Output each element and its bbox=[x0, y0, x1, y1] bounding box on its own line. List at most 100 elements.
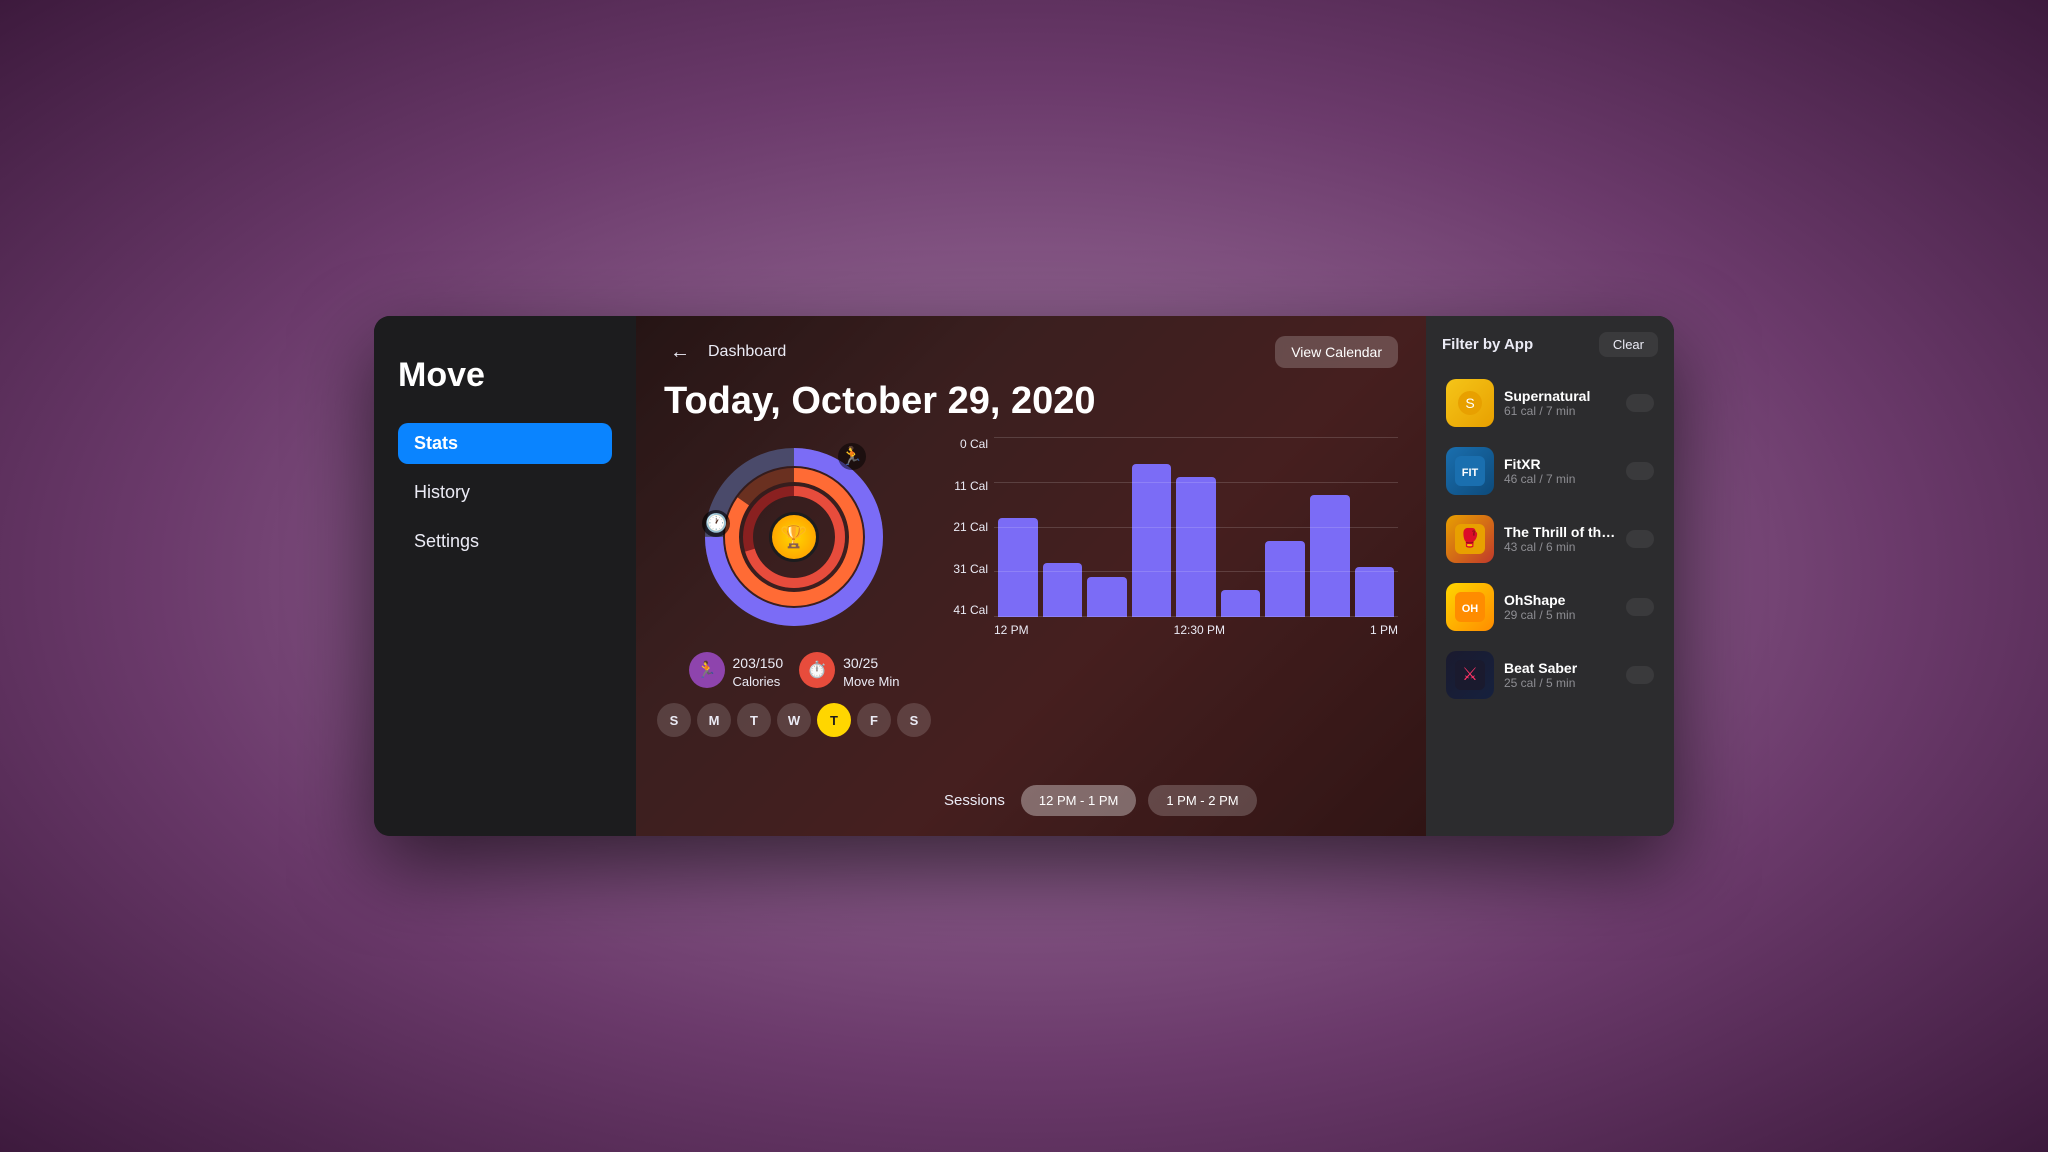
supernatural-name: Supernatural bbox=[1504, 388, 1616, 404]
fitxr-name: FitXR bbox=[1504, 456, 1616, 472]
bar-9 bbox=[1355, 567, 1395, 617]
donut-section: 🏃 🕐 🏆 🏃 bbox=[664, 437, 924, 816]
thrill-stats: 43 cal / 6 min bbox=[1504, 540, 1616, 554]
beatsaber-name: Beat Saber bbox=[1504, 660, 1616, 676]
sidebar-item-history[interactable]: History bbox=[398, 472, 612, 513]
y-label-11: 11 Cal bbox=[944, 479, 994, 493]
bar-6 bbox=[1221, 590, 1261, 617]
view-calendar-button[interactable]: View Calendar bbox=[1275, 336, 1398, 368]
day-btn-w[interactable]: W bbox=[777, 703, 811, 737]
ohshape-info: OhShape 29 cal / 5 min bbox=[1504, 592, 1616, 622]
thrill-toggle[interactable] bbox=[1626, 530, 1654, 548]
app-item-thrill: 🥊 The Thrill of the Fi... 43 cal / 6 min bbox=[1442, 509, 1658, 569]
chart-section: 41 Cal 31 Cal 21 Cal 11 Cal 0 Cal bbox=[944, 437, 1398, 816]
calories-label: Calories bbox=[733, 674, 784, 689]
session-btn-1[interactable]: 12 PM - 1 PM bbox=[1021, 785, 1136, 816]
x-label-1pm: 1 PM bbox=[1370, 623, 1398, 637]
trophy-icon: 🏆 bbox=[769, 512, 819, 562]
y-label-21: 21 Cal bbox=[944, 520, 994, 534]
day-btn-t1[interactable]: T bbox=[737, 703, 771, 737]
sessions-label: Sessions bbox=[944, 792, 1005, 809]
x-axis: 12 PM 12:30 PM 1 PM bbox=[944, 617, 1398, 637]
sidebar-item-settings[interactable]: Settings bbox=[398, 521, 612, 562]
svg-text:🥊: 🥊 bbox=[1459, 527, 1481, 548]
beatsaber-icon: ⚔ bbox=[1446, 651, 1494, 699]
bar-5 bbox=[1176, 477, 1216, 617]
fitxr-info: FitXR 46 cal / 7 min bbox=[1504, 456, 1616, 486]
filter-header: Filter by App Clear bbox=[1442, 332, 1658, 357]
bar-8 bbox=[1310, 495, 1350, 617]
header-row: ← Dashboard View Calendar bbox=[664, 336, 1398, 368]
app-item-beatsaber: ⚔ Beat Saber 25 cal / 5 min bbox=[1442, 645, 1658, 705]
ohshape-stats: 29 cal / 5 min bbox=[1504, 608, 1616, 622]
supernatural-toggle[interactable] bbox=[1626, 394, 1654, 412]
move-min-value: 30/25 bbox=[843, 651, 899, 674]
calories-value: 203/150 bbox=[733, 651, 784, 674]
content-row: 🏃 🕐 🏆 🏃 bbox=[664, 437, 1398, 816]
day-btn-f[interactable]: F bbox=[857, 703, 891, 737]
breadcrumb: Dashboard bbox=[708, 343, 786, 361]
fitxr-toggle[interactable] bbox=[1626, 462, 1654, 480]
sidebar-title: Move bbox=[398, 356, 612, 395]
y-axis: 41 Cal 31 Cal 21 Cal 11 Cal 0 Cal bbox=[944, 437, 994, 617]
svg-text:⚔: ⚔ bbox=[1462, 664, 1478, 684]
bar-3 bbox=[1087, 577, 1127, 617]
header-left: ← Dashboard bbox=[664, 336, 786, 368]
calories-numbers: 203/150 Calories bbox=[733, 651, 784, 689]
runner-icon: 🏃 bbox=[838, 443, 866, 470]
move-min-icon: ⏱️ bbox=[799, 652, 835, 688]
app-item-ohshape: OH OhShape 29 cal / 5 min bbox=[1442, 577, 1658, 637]
app-window: Move Stats History Settings ← Dashboard … bbox=[374, 316, 1674, 836]
y-label-41: 41 Cal bbox=[944, 603, 994, 617]
grid-line-bottom bbox=[994, 437, 1398, 438]
calories-icon: 🏃 bbox=[689, 652, 725, 688]
move-min-stat: ⏱️ 30/25 Move Min bbox=[799, 651, 899, 689]
beatsaber-info: Beat Saber 25 cal / 5 min bbox=[1504, 660, 1616, 690]
beatsaber-stats: 25 cal / 5 min bbox=[1504, 676, 1616, 690]
x-label-12pm: 12 PM bbox=[994, 623, 1029, 637]
supernatural-stats: 61 cal / 7 min bbox=[1504, 404, 1616, 418]
ohshape-toggle[interactable] bbox=[1626, 598, 1654, 616]
supernatural-icon: S bbox=[1446, 379, 1494, 427]
fitxr-icon: FIT bbox=[1446, 447, 1494, 495]
chart-body: 41 Cal 31 Cal 21 Cal 11 Cal 0 Cal bbox=[944, 437, 1398, 617]
date-title: Today, October 29, 2020 bbox=[664, 380, 1398, 423]
x-label-1230pm: 12:30 PM bbox=[1174, 623, 1225, 637]
sidebar: Move Stats History Settings bbox=[374, 316, 636, 836]
ohshape-icon: OH bbox=[1446, 583, 1494, 631]
day-btn-s1[interactable]: S bbox=[657, 703, 691, 737]
main-content: ← Dashboard View Calendar Today, October… bbox=[636, 316, 1426, 836]
day-btn-t2[interactable]: T bbox=[817, 703, 851, 737]
stats-row: 🏃 203/150 Calories ⏱️ bbox=[689, 651, 900, 689]
app-item-fitxr: FIT FitXR 46 cal / 7 min bbox=[1442, 441, 1658, 501]
svg-text:FIT: FIT bbox=[1462, 467, 1479, 479]
supernatural-info: Supernatural 61 cal / 7 min bbox=[1504, 388, 1616, 418]
bar-4 bbox=[1132, 464, 1172, 617]
calories-stat: 🏃 203/150 Calories bbox=[689, 651, 784, 689]
y-label-31: 31 Cal bbox=[944, 562, 994, 576]
session-btn-2[interactable]: 1 PM - 2 PM bbox=[1148, 785, 1256, 816]
svg-text:S: S bbox=[1465, 395, 1474, 411]
move-min-numbers: 30/25 Move Min bbox=[843, 651, 899, 689]
svg-text:OH: OH bbox=[1462, 603, 1479, 615]
back-button[interactable]: ← bbox=[664, 336, 696, 368]
fitxr-stats: 46 cal / 7 min bbox=[1504, 472, 1616, 486]
app-item-supernatural: S Supernatural 61 cal / 7 min bbox=[1442, 373, 1658, 433]
bar-1 bbox=[998, 518, 1038, 617]
clear-button[interactable]: Clear bbox=[1599, 332, 1658, 357]
donut-chart: 🏃 🕐 🏆 bbox=[694, 437, 894, 637]
thrill-name: The Thrill of the Fi... bbox=[1504, 524, 1616, 540]
day-btn-m[interactable]: M bbox=[697, 703, 731, 737]
day-btn-s2[interactable]: S bbox=[897, 703, 931, 737]
donut-center: 🏆 bbox=[769, 512, 819, 562]
y-label-0: 0 Cal bbox=[944, 437, 994, 451]
beatsaber-toggle[interactable] bbox=[1626, 666, 1654, 684]
sidebar-item-stats[interactable]: Stats bbox=[398, 423, 612, 464]
bar-chart-area: 41 Cal 31 Cal 21 Cal 11 Cal 0 Cal bbox=[944, 437, 1398, 775]
bars-area bbox=[994, 437, 1398, 617]
day-selector: S M T W T F S bbox=[657, 703, 931, 737]
thrill-icon: 🥊 bbox=[1446, 515, 1494, 563]
main-inner: ← Dashboard View Calendar Today, October… bbox=[636, 316, 1426, 836]
clock-icon: 🕐 bbox=[702, 510, 730, 537]
filter-title: Filter by App bbox=[1442, 336, 1533, 353]
